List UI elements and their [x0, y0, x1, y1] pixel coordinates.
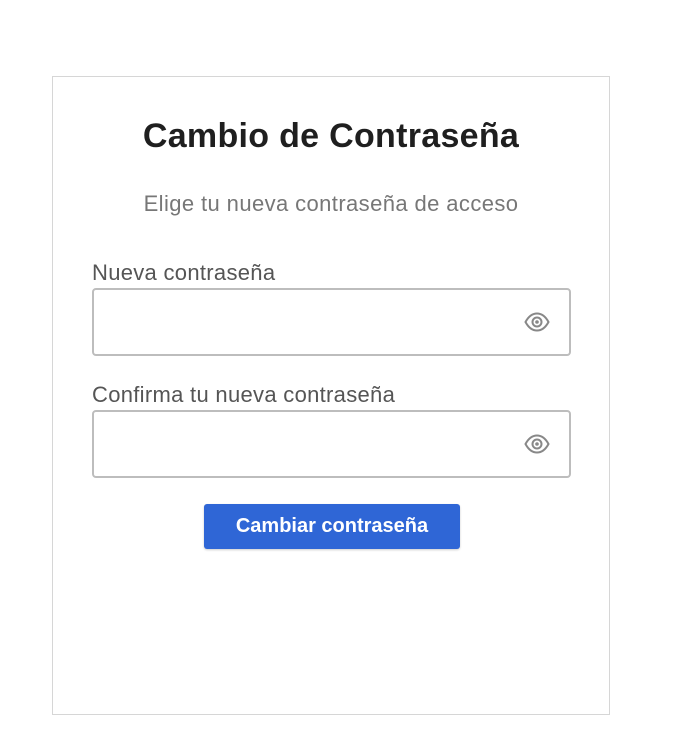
confirm-password-label: Confirma tu nueva contraseña	[92, 382, 396, 407]
new-password-label: Nueva contraseña	[92, 260, 276, 285]
password-change-card: Cambio de Contraseña Elige tu nueva cont…	[52, 76, 610, 715]
new-password-field	[92, 288, 571, 356]
eye-icon[interactable]	[523, 432, 551, 456]
confirm-password-field	[92, 410, 571, 478]
change-password-button[interactable]: Cambiar contraseña	[204, 504, 460, 549]
page-subtitle: Elige tu nueva contraseña de acceso	[143, 191, 519, 216]
confirm-password-input[interactable]	[106, 412, 520, 478]
new-password-input[interactable]	[106, 290, 520, 356]
eye-icon[interactable]	[523, 310, 551, 334]
page-title: Cambio de Contraseña	[142, 117, 520, 155]
